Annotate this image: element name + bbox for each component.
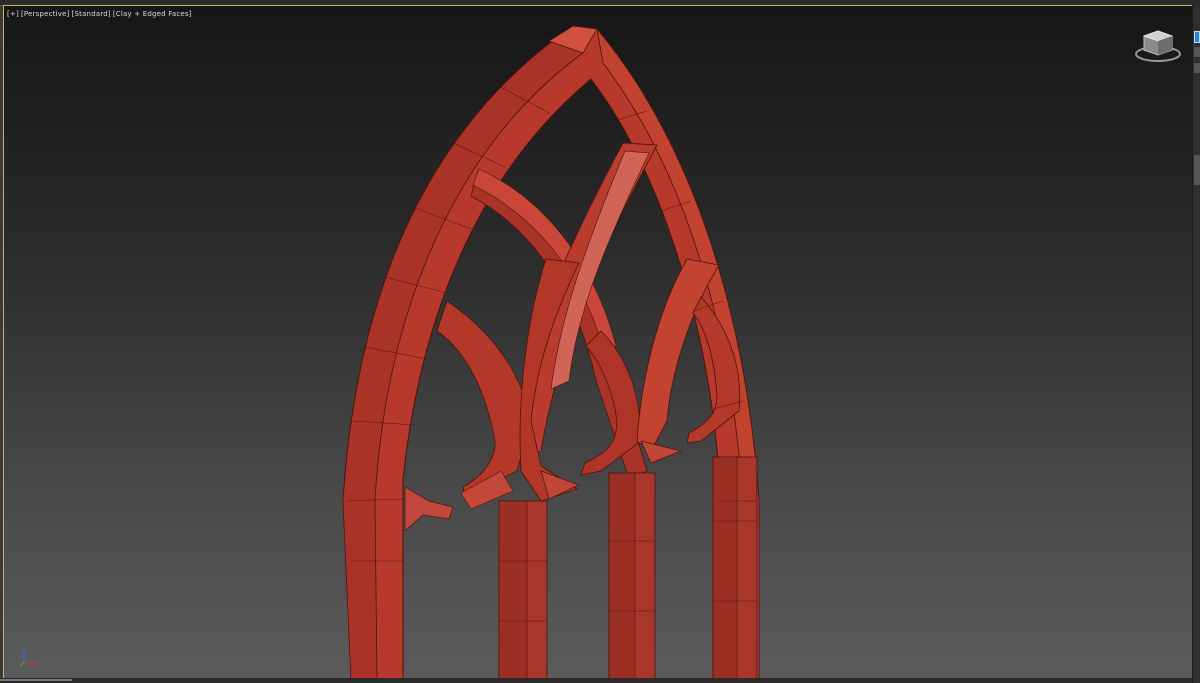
viewport-shading-label[interactable]: [Standard] [72,10,111,18]
viewcube-icon[interactable] [1134,28,1182,64]
viewport-view-label[interactable]: [Perspective] [21,10,70,18]
panel-tab-button[interactable] [1194,47,1200,57]
viewport-menu-plus[interactable]: [+] [7,10,19,18]
axis-tripod-icon [19,646,37,667]
viewport-label[interactable]: [+] [Perspective] [Standard] [Clay + Edged … [7,10,194,18]
command-panel-edge [1192,5,1200,683]
viewport-display-mode-label[interactable]: [Clay + Edged Faces] [113,10,192,18]
perspective-viewport[interactable]: [+] [Perspective] [Standard] [Clay + Edged … [3,5,1193,679]
timeline-strip [0,678,1192,683]
panel-tab-button[interactable] [1194,31,1200,43]
gothic-window-model[interactable] [4,6,1192,678]
panel-scrollbar[interactable] [1194,155,1200,185]
time-slider[interactable] [0,679,72,681]
panel-tab-button[interactable] [1194,63,1200,73]
